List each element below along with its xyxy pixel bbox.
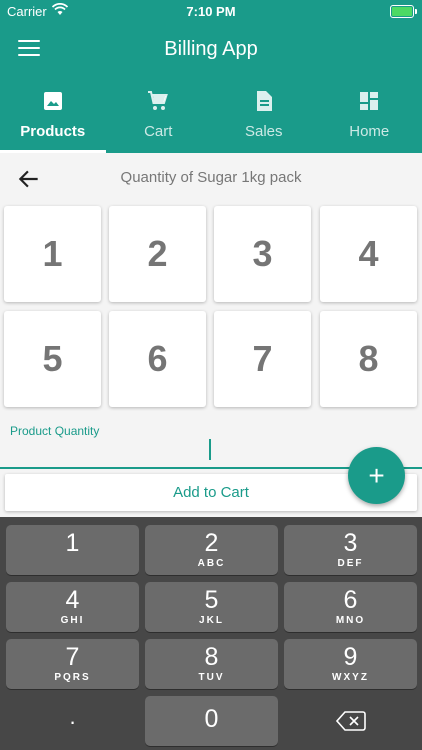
key-letters: DEF	[337, 558, 364, 569]
clock: 7:10 PM	[186, 4, 236, 19]
key-number: 2	[204, 529, 219, 557]
document-icon	[256, 91, 272, 111]
text-caret	[209, 439, 211, 460]
quantity-title: Quantity of Sugar 1kg pack	[120, 169, 302, 186]
key-number: 9	[343, 643, 358, 671]
quantity-header: Quantity of Sugar 1kg pack	[0, 153, 422, 203]
key-2[interactable]: 2 ABC	[145, 525, 278, 575]
quantity-option-1[interactable]: 1	[4, 206, 101, 302]
quantity-option-8[interactable]: 8	[320, 311, 417, 407]
key-number: 3	[343, 529, 358, 557]
key-letters: MNO	[335, 615, 366, 626]
backspace-icon	[335, 711, 366, 731]
key-5[interactable]: 5 JKL	[145, 582, 278, 632]
quantity-option-7[interactable]: 7	[214, 311, 311, 407]
key-7[interactable]: 7 PQRS	[6, 639, 139, 689]
product-quantity-label: Product Quantity	[10, 424, 100, 438]
quantity-option-3[interactable]: 3	[214, 206, 311, 302]
tab-bar: Products Cart Sales Home	[0, 77, 422, 153]
tab-cart[interactable]: Cart	[106, 77, 212, 153]
app-title: Billing App	[164, 38, 258, 60]
key-number: 4	[65, 586, 80, 614]
key-number: 6	[343, 586, 358, 614]
tab-sales[interactable]: Sales	[211, 77, 317, 153]
key-8[interactable]: 8 TUV	[145, 639, 278, 689]
numeric-keyboard: 1 2 ABC 3 DEF 4 GHI 5 JKL 6 MNO 7 PQRS 8…	[0, 517, 422, 750]
image-icon	[43, 92, 62, 110]
key-6[interactable]: 6 MNO	[284, 582, 417, 632]
tab-home[interactable]: Home	[317, 77, 422, 153]
key-letters: WXYZ	[332, 672, 369, 683]
key-4[interactable]: 4 GHI	[6, 582, 139, 632]
key-letters: JKL	[199, 615, 224, 626]
key-number: .	[69, 704, 76, 729]
key-0[interactable]: 0	[145, 696, 278, 746]
dashboard-icon	[360, 92, 379, 110]
status-bar: Carrier 7:10 PM	[0, 0, 422, 22]
key-9[interactable]: 9 WXYZ	[284, 639, 417, 689]
tab-products[interactable]: Products	[0, 77, 106, 153]
key-number: 1	[65, 529, 80, 557]
key-3[interactable]: 3 DEF	[284, 525, 417, 575]
quantity-option-6[interactable]: 6	[109, 311, 206, 407]
key-letters: TUV	[198, 672, 225, 683]
quantity-option-4[interactable]: 4	[320, 206, 417, 302]
product-quantity-input[interactable]	[0, 438, 340, 468]
tab-label: Sales	[244, 123, 283, 140]
app-bar: Billing App	[0, 22, 422, 77]
quantity-option-5[interactable]: 5	[4, 311, 101, 407]
backspace-key[interactable]	[284, 696, 417, 746]
key-1[interactable]: 1	[6, 525, 139, 575]
add-fab-button[interactable]: +	[348, 447, 405, 504]
key-letters: PQRS	[54, 672, 91, 683]
battery-icon	[390, 5, 417, 18]
quantity-option-2[interactable]: 2	[109, 206, 206, 302]
tab-label: Home	[349, 123, 390, 140]
tab-label: Products	[20, 123, 86, 140]
key-letters: ABC	[197, 558, 226, 569]
key-number: 8	[204, 643, 219, 671]
key-number: 5	[204, 586, 219, 614]
key-letters: GHI	[60, 615, 85, 626]
tab-label: Cart	[144, 123, 173, 140]
cart-icon	[148, 91, 169, 110]
key-number: 7	[65, 643, 80, 671]
key-number: 0	[204, 705, 219, 733]
key-decimal[interactable]: .	[6, 696, 139, 746]
